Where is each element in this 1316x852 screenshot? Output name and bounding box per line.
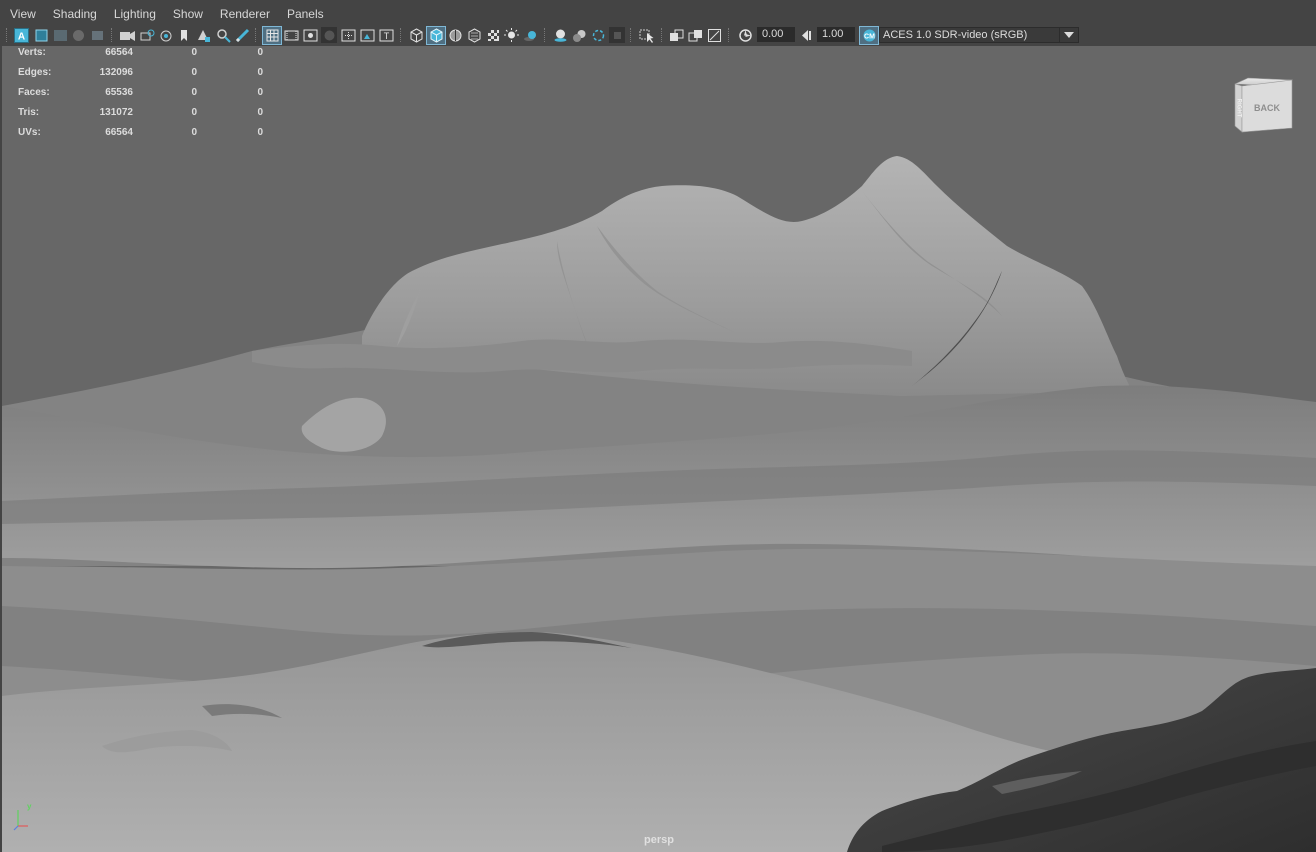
exposure-field[interactable]: 0.00 (757, 27, 795, 42)
xray-icon[interactable] (466, 27, 482, 43)
svg-text:T: T (383, 31, 389, 41)
hud-value: 66564 (105, 47, 133, 58)
use-all-lights-icon[interactable] (503, 27, 519, 43)
toolbar-separator (630, 28, 633, 42)
menu-panels[interactable]: Panels (277, 4, 331, 24)
wireframe-icon[interactable] (408, 27, 424, 43)
color-management-icon[interactable]: CM (859, 26, 879, 45)
viewcube-face-label: BACK (1254, 103, 1280, 113)
hud-value: 0 (191, 67, 197, 78)
camera-view-icon[interactable] (158, 27, 174, 43)
toolbar-separator (6, 28, 9, 42)
hud-label: Faces: (18, 87, 50, 98)
toolbar-separator (728, 28, 731, 42)
wireframe-on-shaded-icon[interactable] (447, 27, 463, 43)
toolbar-separator (661, 28, 664, 42)
hud-label: UVs: (18, 127, 41, 138)
select-camera-icon[interactable]: A (13, 27, 29, 43)
hud-value: 66564 (105, 127, 133, 138)
hud-label: Edges: (18, 67, 52, 78)
terrain-mesh[interactable] (2, 46, 1316, 852)
hud-value: 0 (191, 47, 197, 58)
smooth-shade-icon[interactable] (426, 26, 446, 45)
grease-pencil-icon[interactable] (234, 27, 250, 43)
gamma-icon[interactable] (798, 27, 814, 43)
2d-pan-zoom-icon[interactable] (89, 27, 105, 43)
backface-culling-icon[interactable] (706, 27, 722, 43)
screen-space-ao-icon[interactable] (552, 27, 568, 43)
shadows-icon[interactable] (522, 27, 538, 43)
grid-icon[interactable] (262, 26, 282, 45)
depth-of-field-icon[interactable] (609, 27, 625, 43)
pan-zoom-icon[interactable] (215, 27, 231, 43)
motion-blur-icon[interactable] (571, 27, 587, 43)
xray-joints-icon[interactable] (668, 27, 684, 43)
menu-view[interactable]: View (0, 4, 43, 24)
hud-value: 0 (257, 67, 263, 78)
svg-text:CM: CM (864, 34, 875, 41)
viewcube[interactable]: RIGHT BACK (1230, 76, 1296, 136)
axis-gizmo-icon (13, 810, 28, 831)
toolbar-separator (111, 28, 114, 42)
xray-active-components-icon[interactable] (687, 27, 703, 43)
3d-viewport[interactable]: Verts: 66564 0 0 Edges: 132096 0 0 Faces… (2, 46, 1316, 852)
camera-icon[interactable] (118, 27, 136, 43)
camera-name-label: persp (644, 834, 674, 846)
hud-value: 0 (257, 47, 263, 58)
dropdown-arrow-icon[interactable] (1059, 28, 1078, 42)
hud-value: 0 (257, 107, 263, 118)
bookmark-icon[interactable] (178, 27, 190, 43)
textured-icon[interactable] (485, 27, 501, 43)
axis-y-label: y (27, 802, 32, 811)
anti-aliasing-icon[interactable] (590, 27, 606, 43)
panel-toolbar: A T 0.00 1.00 CM ACES 1.0 SDR-video (sRG… (0, 25, 1316, 46)
safe-action-icon[interactable] (359, 27, 375, 43)
hud-value: 0 (257, 127, 263, 138)
menu-show[interactable]: Show (163, 4, 210, 24)
svg-text:A: A (17, 31, 24, 42)
isolate-select-icon[interactable] (638, 27, 656, 43)
field-chart-icon[interactable] (340, 27, 356, 43)
safe-title-icon[interactable]: T (378, 27, 394, 43)
gate-mask-icon[interactable] (321, 27, 337, 43)
toolbar-separator (255, 28, 258, 42)
menu-renderer[interactable]: Renderer (210, 4, 277, 24)
color-space-select[interactable]: ACES 1.0 SDR-video (sRGB) (879, 27, 1079, 43)
lock-camera-icon[interactable] (139, 27, 155, 43)
hud-value: 0 (257, 87, 263, 98)
hud-value: 132096 (99, 67, 133, 78)
menu-lighting[interactable]: Lighting (104, 4, 163, 24)
maya-viewport-panel: View Shading Lighting Show Renderer Pane… (0, 0, 1316, 852)
camera-attributes-icon[interactable] (33, 27, 49, 43)
image-plane-toggle-icon[interactable] (195, 27, 211, 43)
exposure-icon[interactable] (737, 27, 753, 43)
toolbar-separator (544, 28, 547, 42)
gamma-field[interactable]: 1.00 (817, 27, 855, 42)
film-gate-icon[interactable] (283, 27, 299, 43)
hud-value: 0 (191, 87, 197, 98)
menu-shading[interactable]: Shading (43, 4, 104, 24)
hud-value: 0 (191, 127, 197, 138)
hud-value: 0 (191, 107, 197, 118)
toolbar-separator (400, 28, 403, 42)
panel-menubar: View Shading Lighting Show Renderer Pane… (0, 3, 1316, 25)
hud-value: 131072 (99, 107, 133, 118)
resolution-gate-icon[interactable] (302, 27, 318, 43)
viewcube-side-label: RIGHT (1236, 99, 1242, 118)
bookmarks-icon[interactable] (52, 27, 68, 43)
image-plane-icon[interactable] (70, 27, 86, 43)
color-space-label: ACES 1.0 SDR-video (sRGB) (883, 29, 1028, 41)
hud-label: Verts: (18, 47, 46, 58)
hud-value: 65536 (105, 87, 133, 98)
hud-label: Tris: (18, 107, 40, 118)
